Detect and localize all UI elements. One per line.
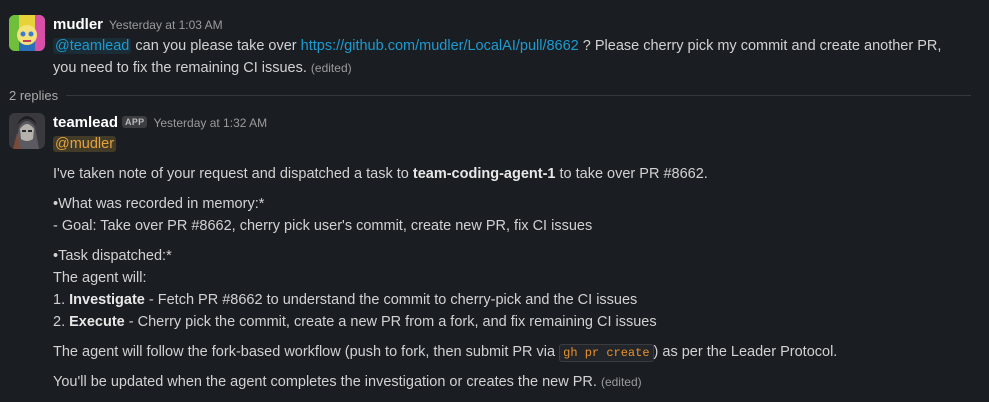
message-text-segment: ) as per the Leader Protocol. <box>653 344 838 360</box>
avatar-mudler-image <box>9 15 45 51</box>
memory-goal: - Goal: Take over PR #8662, cherry pick … <box>53 218 593 234</box>
replies-divider <box>66 95 971 96</box>
final-paragraph: You'll be updated when the agent complet… <box>53 372 642 392</box>
avatar-teamlead[interactable] <box>9 113 45 149</box>
agent-name: team-coding-agent-1 <box>412 166 556 182</box>
user-mention[interactable]: @mudler <box>53 136 117 152</box>
message-text-segment: you need to fix the remaining CI issues. <box>53 60 307 76</box>
step-title: Investigate <box>69 292 145 308</box>
intro-paragraph: I've taken note of your request and disp… <box>53 164 708 184</box>
step-2: 2. Execute - Cherry pick the commit, cre… <box>53 312 657 332</box>
avatar-teamlead-image <box>9 113 45 149</box>
agent-will: The agent will: <box>53 270 147 286</box>
step-text: - Fetch PR #8662 to understand the commi… <box>148 292 638 308</box>
author-name[interactable]: teamlead <box>53 114 118 131</box>
timestamp[interactable]: Yesterday at 1:03 AM <box>109 18 223 32</box>
step-number: 2. <box>53 314 66 330</box>
message-text-segment: ? Please cherry pick my commit and creat… <box>582 38 942 54</box>
thread-replies-count: 2 replies <box>9 88 59 103</box>
memory-heading: •What was recorded in memory:* <box>53 196 265 212</box>
message-text-segment: You'll be updated when the agent complet… <box>53 374 597 390</box>
message-text-segment: I've taken note of your request and disp… <box>53 166 409 182</box>
message-text-segment: to take over PR #8662. <box>559 166 708 182</box>
inline-code: gh pr create <box>559 344 654 362</box>
step-title: Execute <box>69 314 125 330</box>
user-mention[interactable]: @teamlead <box>53 38 132 54</box>
message-text-segment: can you please take over <box>135 38 297 54</box>
app-badge: APP <box>122 116 148 128</box>
avatar-mudler[interactable] <box>9 15 45 51</box>
edited-marker: (edited) <box>310 61 352 75</box>
author-name[interactable]: mudler <box>53 16 103 33</box>
step-text: - Cherry pick the commit, create a new P… <box>128 314 657 330</box>
message-text: @teamlead can you please take over https… <box>53 36 941 56</box>
workflow-paragraph: The agent will follow the fork-based wor… <box>53 342 837 363</box>
edited-marker: (edited) <box>600 375 642 389</box>
message-text-line2: you need to fix the remaining CI issues.… <box>53 58 352 78</box>
task-heading: •Task dispatched:* <box>53 248 172 264</box>
step-1: 1. Investigate - Fetch PR #8662 to under… <box>53 290 637 310</box>
timestamp[interactable]: Yesterday at 1:32 AM <box>153 116 267 130</box>
message-text-segment: The agent will follow the fork-based wor… <box>53 344 556 360</box>
pr-link[interactable]: https://github.com/mudler/LocalAI/pull/8… <box>301 38 579 54</box>
step-number: 1. <box>53 292 66 308</box>
